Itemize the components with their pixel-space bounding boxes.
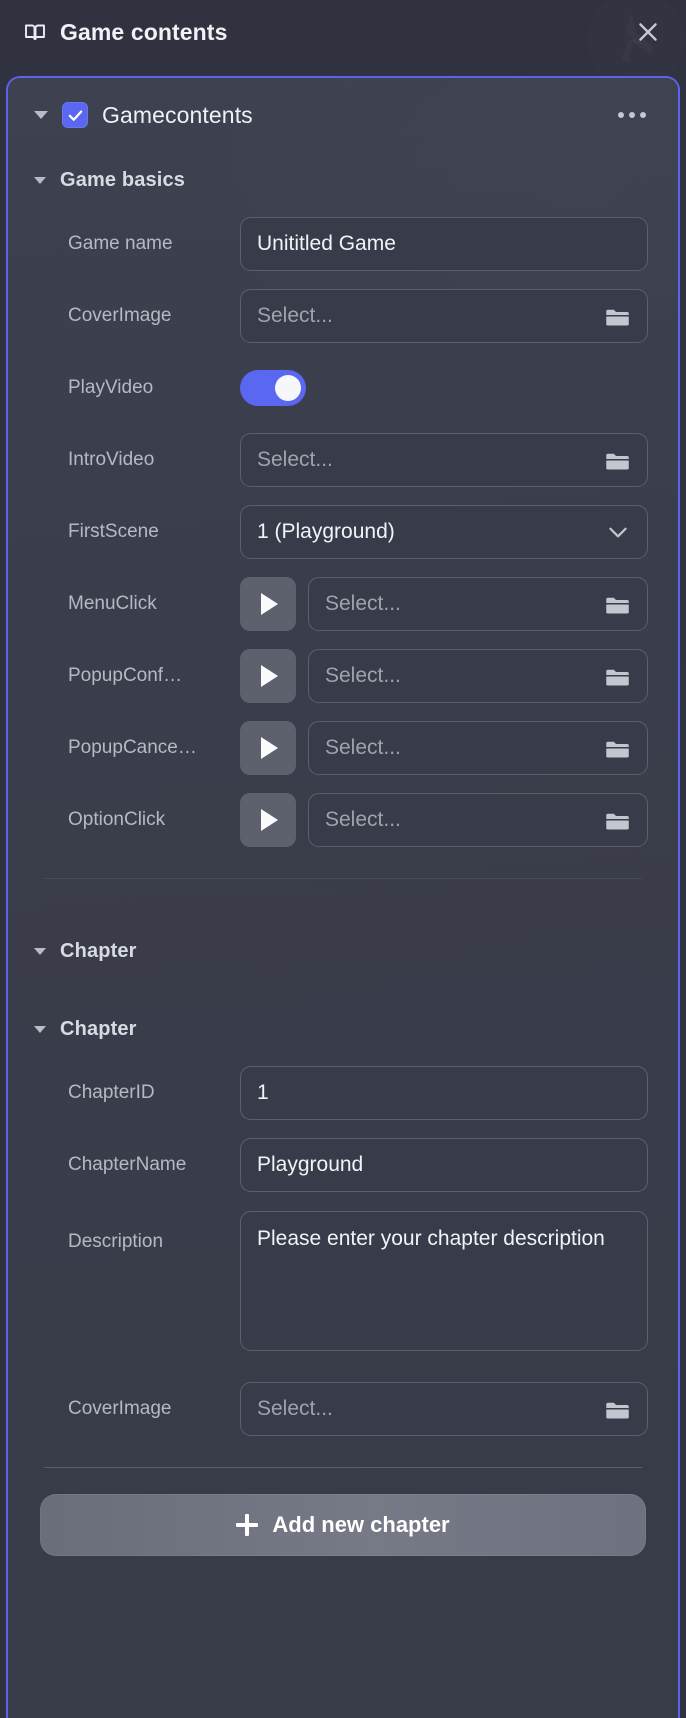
field-row-first-scene: FirstScene 1 (Playground) bbox=[8, 496, 648, 568]
field-value: Unititled Game bbox=[257, 232, 396, 255]
field-row-menu-click: MenuClick Select... bbox=[8, 568, 648, 640]
field-label: Game name bbox=[68, 233, 173, 254]
chevron-down-icon[interactable] bbox=[34, 1025, 46, 1033]
field-placeholder: Select... bbox=[257, 1397, 333, 1420]
folder-icon[interactable] bbox=[594, 663, 631, 690]
field-placeholder: Select... bbox=[257, 448, 333, 471]
field-label: FirstScene bbox=[68, 521, 159, 542]
play-icon[interactable] bbox=[240, 721, 296, 775]
popup-cancel-input[interactable]: Select... bbox=[308, 721, 648, 775]
folder-icon[interactable] bbox=[594, 1396, 631, 1423]
field-label: PopupConf… bbox=[68, 665, 183, 686]
group-header-chapter-section[interactable]: Chapter bbox=[8, 923, 678, 979]
field-label: PopupCance… bbox=[68, 737, 197, 758]
game-name-input[interactable]: Unititled Game bbox=[240, 217, 648, 271]
field-row-description: Description Please enter your chapter de… bbox=[8, 1201, 648, 1351]
field-value: 1 bbox=[257, 1081, 269, 1104]
field-placeholder: Select... bbox=[325, 664, 401, 687]
field-placeholder: Select... bbox=[325, 736, 401, 759]
field-row-popup-cancel: PopupCance… Select... bbox=[8, 712, 648, 784]
play-icon[interactable] bbox=[240, 577, 296, 631]
field-placeholder: Select... bbox=[325, 808, 401, 831]
cover-image-input[interactable]: Select... bbox=[240, 289, 648, 343]
field-row-chapter-id: ChapterID 1 bbox=[8, 1057, 648, 1129]
group-title: Chapter bbox=[60, 1017, 137, 1040]
more-options-icon[interactable] bbox=[610, 104, 654, 126]
chevron-down-icon[interactable] bbox=[595, 519, 631, 545]
field-label: Description bbox=[68, 1231, 164, 1252]
add-new-chapter-button[interactable]: Add new chapter bbox=[40, 1494, 646, 1556]
field-label: ChapterID bbox=[68, 1082, 155, 1103]
chapter-cover-image-input[interactable]: Select... bbox=[240, 1382, 648, 1436]
folder-icon[interactable] bbox=[594, 303, 631, 330]
tree-node-gamecontents[interactable]: Gamecontents bbox=[8, 78, 678, 152]
chapter-id-input[interactable]: 1 bbox=[240, 1066, 648, 1120]
field-value: Playground bbox=[257, 1153, 364, 1176]
toggle-knob bbox=[275, 375, 301, 401]
menu-click-input[interactable]: Select... bbox=[308, 577, 648, 631]
book-icon bbox=[22, 19, 48, 45]
option-click-input[interactable]: Select... bbox=[308, 793, 648, 847]
field-placeholder: Select... bbox=[257, 304, 333, 327]
field-row-chapter-name: ChapterName Playground bbox=[8, 1129, 648, 1201]
titlebar: Game contents bbox=[0, 0, 686, 64]
field-row-game-name: Game name Unititled Game bbox=[8, 208, 648, 280]
chevron-down-icon[interactable] bbox=[34, 176, 46, 184]
field-label: OptionClick bbox=[68, 809, 166, 830]
gamecontents-checkbox[interactable] bbox=[62, 102, 88, 128]
field-label: MenuClick bbox=[68, 593, 157, 614]
group-title: Chapter bbox=[60, 939, 137, 962]
first-scene-select[interactable]: 1 (Playground) bbox=[240, 505, 648, 559]
field-label: CoverImage bbox=[68, 1398, 172, 1419]
field-value: 1 (Playground) bbox=[257, 520, 395, 543]
group-header-chapter[interactable]: Chapter bbox=[8, 1001, 678, 1057]
intro-video-input[interactable]: Select... bbox=[240, 433, 648, 487]
field-placeholder: Select... bbox=[325, 592, 401, 615]
chapter-fields: ChapterID 1 ChapterName Playground Descr… bbox=[8, 1057, 678, 1445]
field-row-cover-image: CoverImage Select... bbox=[8, 280, 648, 352]
game-contents-panel: Game contents Gamecontents Game basics G… bbox=[0, 0, 686, 1718]
group-header-game-basics[interactable]: Game basics bbox=[8, 152, 678, 208]
popup-confirm-input[interactable]: Select... bbox=[308, 649, 648, 703]
field-row-intro-video: IntroVideo Select... bbox=[8, 424, 648, 496]
description-textarea[interactable]: Please enter your chapter description bbox=[240, 1211, 648, 1351]
play-icon[interactable] bbox=[240, 793, 296, 847]
chevron-down-icon[interactable] bbox=[34, 111, 48, 119]
folder-icon[interactable] bbox=[594, 807, 631, 834]
field-row-play-video: PlayVideo bbox=[8, 352, 648, 424]
plus-icon bbox=[236, 1514, 259, 1536]
play-icon[interactable] bbox=[240, 649, 296, 703]
field-label: IntroVideo bbox=[68, 449, 155, 470]
chevron-down-icon[interactable] bbox=[34, 947, 46, 955]
field-row-popup-confirm: PopupConf… Select... bbox=[8, 640, 648, 712]
play-video-toggle[interactable] bbox=[240, 370, 306, 406]
close-icon[interactable] bbox=[630, 14, 666, 50]
field-row-option-click: OptionClick Select... bbox=[8, 784, 648, 856]
footer-actions: Add new chapter bbox=[8, 1468, 678, 1556]
folder-icon[interactable] bbox=[594, 591, 631, 618]
game-basics-fields: Game name Unititled Game CoverImage Sele… bbox=[8, 208, 678, 856]
page-title: Game contents bbox=[60, 18, 228, 45]
folder-icon[interactable] bbox=[594, 447, 631, 474]
tree-node-label: Gamecontents bbox=[102, 101, 253, 128]
folder-icon[interactable] bbox=[594, 735, 631, 762]
field-label: ChapterName bbox=[68, 1154, 187, 1175]
group-title: Game basics bbox=[60, 168, 186, 191]
chapter-name-input[interactable]: Playground bbox=[240, 1138, 648, 1192]
field-row-chapter-cover-image: CoverImage Select... bbox=[8, 1373, 648, 1445]
add-new-chapter-label: Add new chapter bbox=[272, 1512, 450, 1537]
field-label: PlayVideo bbox=[68, 377, 154, 398]
content-panel: Gamecontents Game basics Game name Uniti… bbox=[6, 76, 680, 1718]
field-label: CoverImage bbox=[68, 305, 172, 326]
